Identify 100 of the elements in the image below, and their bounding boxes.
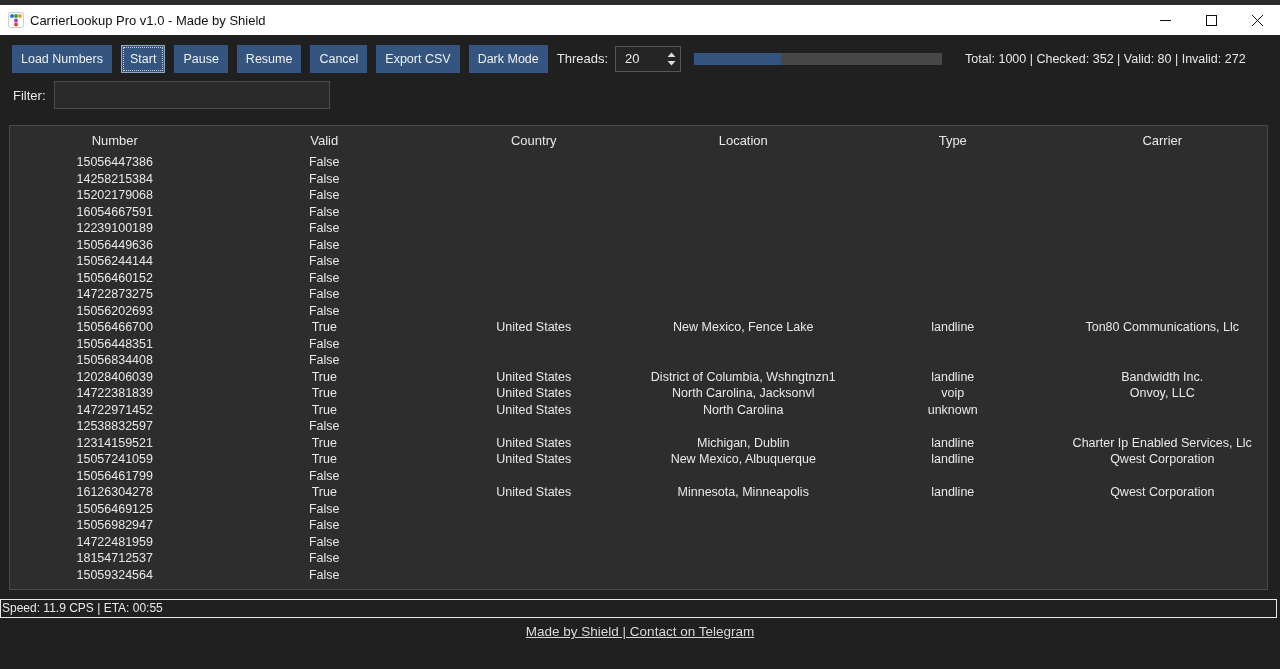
status-bar: Speed: 11.9 CPS | ETA: 00:55 — [0, 599, 1277, 618]
table-cell-text: 15056469125 — [75, 500, 154, 517]
table-cell-text: Michigan, Dublin — [696, 434, 791, 451]
table-cell-text: True — [310, 319, 338, 336]
table-cell-text: landline — [930, 451, 976, 468]
table-cell-text: False — [307, 302, 341, 319]
table-cell-text: 12314159521 — [75, 434, 154, 451]
table-cell-text: False — [307, 220, 341, 237]
close-icon — [1251, 14, 1263, 26]
table-cell-text: United States — [495, 451, 573, 468]
table-cell-text: New Mexico, Albuquerque — [669, 451, 817, 468]
column-header[interactable]: Location — [638, 132, 848, 154]
table-cell-text: United States — [495, 434, 573, 451]
table-cell-text: False — [307, 467, 341, 484]
table-cell-text: United States — [495, 401, 573, 418]
column-header[interactable]: Number — [10, 132, 220, 154]
table-cell-text: True — [310, 401, 338, 418]
table-cell-text: False — [307, 517, 341, 534]
table-cell-text: False — [307, 187, 341, 204]
table-cell-text: 14722971452 — [75, 401, 154, 418]
table-cell-text: True — [310, 434, 338, 451]
table-cell-text: landline — [930, 368, 976, 385]
filter-label: Filter: — [13, 87, 46, 103]
table-cell-text: 15056460152 — [75, 269, 154, 286]
table-cell-text: False — [307, 286, 341, 303]
table-cell-text: 12538832597 — [75, 418, 154, 435]
table-cell-text: 15056834408 — [75, 352, 154, 369]
table-cell-text: 15056449636 — [75, 236, 154, 253]
table-cell-text: 15056982947 — [75, 517, 154, 534]
footer-link[interactable]: Made by Shield | Contact on Telegram — [525, 624, 755, 639]
table-cell-text: False — [307, 154, 341, 171]
table-cell-text: 15056448351 — [75, 335, 154, 352]
table-cell-text: Bandwidth Inc. — [1120, 368, 1205, 385]
table-cell-text: False — [307, 203, 341, 220]
table-cell-text: United States — [495, 319, 573, 336]
toolbar-button[interactable]: Start — [121, 44, 166, 73]
table-cell-text: 12028406039 — [75, 368, 154, 385]
toolbar-button[interactable]: Cancel — [310, 44, 368, 73]
column-header[interactable]: Valid — [219, 132, 429, 154]
table-cell-text: United States — [495, 385, 573, 402]
app-icon — [8, 12, 24, 28]
table-cell-text: False — [307, 253, 341, 270]
table-cell-text: North Carolina — [701, 401, 785, 418]
table-cell-text: 18154712537 — [75, 550, 154, 567]
toolbar-button[interactable]: Export CSV — [376, 44, 460, 73]
column-header[interactable]: Type — [848, 132, 1058, 154]
table-cell-text: False — [307, 335, 341, 352]
window-title: CarrierLookup Pro v1.0 - Made by Shield — [30, 12, 267, 28]
table-cell-text: North Carolina, Jacksonvl — [671, 385, 816, 402]
table-cell-text: 15056461799 — [75, 467, 154, 484]
table-cell-text: 12239100189 — [75, 220, 154, 237]
table-cell-text: 15056447386 — [75, 154, 154, 171]
table-cell-text: True — [310, 451, 338, 468]
table-cell-text: 15056466700 — [75, 319, 154, 336]
stats-text: Total: 1000 | Checked: 352 | Valid: 80 | Invalid: 272 — [965, 51, 1246, 66]
table-cell-text: Onvoy, LLC — [1128, 385, 1196, 402]
table-cell-text: 15202179068 — [75, 187, 154, 204]
table-cell-text: 16126304278 — [75, 484, 154, 501]
table-cell-text: Charter Ip Enabled Services, Llc — [1071, 434, 1253, 451]
toolbar-button[interactable]: Pause — [174, 44, 228, 73]
table-cell-text: 15056202693 — [75, 302, 154, 319]
table-cell-text: True — [310, 385, 338, 402]
table-cell-text: False — [307, 236, 341, 253]
table-cell-text: District of Columbia, Wshngtnzn1 — [649, 368, 837, 385]
table-cell-text: landline — [930, 319, 976, 336]
table-cell-text: New Mexico, Fence Lake — [672, 319, 815, 336]
column-header[interactable]: Carrier — [1057, 132, 1267, 154]
table-cell-text: False — [307, 170, 341, 187]
table-cell-text: True — [310, 368, 338, 385]
table-cell-text: False — [307, 269, 341, 286]
table-cell-text: 14722873275 — [75, 286, 154, 303]
toolbar-button[interactable]: Load Numbers — [12, 44, 112, 73]
table-cell-text: True — [310, 484, 338, 501]
table-cell-text: False — [307, 550, 341, 567]
table-cell-text: landline — [930, 484, 976, 501]
table-cell-text: 14258215384 — [75, 170, 154, 187]
table-cell-text: Qwest Corporation — [1109, 451, 1216, 468]
table-cell-text: False — [307, 533, 341, 550]
table-cell-text: 15059324564 — [75, 566, 154, 583]
table-cell-text: Minnesota, Minneapolis — [676, 484, 810, 501]
table-cell-text: United States — [495, 484, 573, 501]
table-cell-text: voip — [940, 385, 966, 402]
threads-spinner[interactable]: 20 — [615, 45, 682, 72]
column-header[interactable]: Country — [429, 132, 639, 154]
toolbar-button[interactable]: Resume — [236, 44, 302, 73]
table-cell-text: landline — [930, 434, 976, 451]
table-cell-text: 16054667591 — [75, 203, 154, 220]
table-cell-text: 15056244144 — [75, 253, 154, 270]
filter-field[interactable] — [53, 81, 330, 109]
table-cell-text: False — [307, 418, 341, 435]
threads-label: Threads: — [556, 51, 609, 66]
table-cell-text: False — [307, 352, 341, 369]
table-cell-text: Qwest Corporation — [1109, 484, 1216, 501]
spinner-arrows-icon[interactable] — [667, 50, 677, 67]
table-cell-text: 14722481959 — [75, 533, 154, 550]
table-cell-text: Ton80 Communications, Llc — [1084, 319, 1240, 336]
table-cell-text: 14722381839 — [75, 385, 154, 402]
toolbar-button[interactable]: Dark Mode — [468, 44, 548, 73]
table-cell-text: False — [307, 566, 341, 583]
maximize-icon — [1205, 14, 1217, 26]
